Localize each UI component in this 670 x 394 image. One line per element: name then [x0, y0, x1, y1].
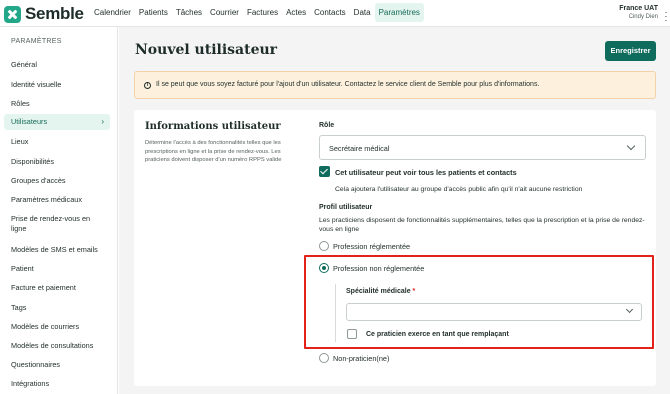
- role-label: Rôle: [319, 122, 335, 129]
- role-select[interactable]: Secrétaire médical: [319, 135, 646, 160]
- sidebar-item-modeles-sms[interactable]: Modèles de SMS et emails: [4, 245, 110, 255]
- profile-description: Les practiciens disposent de fonctionnal…: [319, 217, 645, 233]
- see-all-patients-label[interactable]: Cet utilisateur peut voir tous les patie…: [335, 168, 517, 177]
- main-content: Nouvel utilisateur Enregistrer i Il se p…: [119, 27, 670, 394]
- logo-text: Semble: [25, 4, 84, 23]
- required-marker: *: [412, 288, 416, 295]
- top-bar: Semble Calendrier Patients Tâches Courri…: [0, 0, 670, 27]
- replacement-checkbox[interactable]: [347, 329, 357, 339]
- main-nav: Calendrier Patients Tâches Courrier Fact…: [90, 3, 424, 22]
- sidebar-item-disponibilites[interactable]: Disponibilités: [4, 157, 110, 167]
- chevron-right-icon: ›: [101, 117, 104, 126]
- section-title: Informations utilisateur: [145, 121, 281, 132]
- chevron-down-icon: [625, 305, 634, 314]
- sidebar-heading: PARAMÈTRES: [11, 38, 62, 45]
- radio-label-non-praticien[interactable]: Non-praticien(ne): [333, 354, 389, 363]
- replacement-label[interactable]: Ce praticien exerce en tant que remplaça…: [366, 331, 509, 338]
- sub-section-divider: [335, 284, 336, 342]
- role-value: Secrétaire médical: [329, 144, 390, 153]
- radio-profession-non-reglementee[interactable]: [319, 263, 329, 273]
- user-name: Cindy Dien: [628, 14, 658, 20]
- nav-patients[interactable]: Patients: [135, 3, 172, 22]
- sidebar-item-rdv-en-ligne[interactable]: Prise de rendez-vous en ligne: [4, 214, 106, 234]
- sidebar-item-modeles-consultations[interactable]: Modèles de consultations: [4, 341, 110, 351]
- nav-parametres[interactable]: Paramètres: [374, 3, 424, 22]
- save-button[interactable]: Enregistrer: [605, 41, 656, 61]
- sidebar-item-label: Utilisateurs: [11, 117, 48, 126]
- sidebar-item-utilisateurs[interactable]: Utilisateurs ›: [4, 114, 110, 130]
- notice-text: Il se peut que vous soyez facturé pour l…: [156, 81, 540, 88]
- sidebar-item-questionnaires[interactable]: Questionnaires: [4, 360, 110, 370]
- org-name: France UAT: [619, 5, 658, 12]
- sidebar-item-roles[interactable]: Rôles: [4, 99, 110, 109]
- sidebar-item-identite-visuelle[interactable]: Identité visuelle: [4, 80, 110, 90]
- radio-label-profession-reglementee[interactable]: Profession réglementée: [333, 242, 410, 251]
- sidebar-item-general[interactable]: Général: [4, 60, 110, 70]
- nav-contacts[interactable]: Contacts: [310, 3, 350, 22]
- radio-profession-reglementee[interactable]: [319, 241, 329, 251]
- sidebar-item-facture-paiement[interactable]: Facture et paiement: [4, 283, 110, 293]
- see-all-patients-checkbox[interactable]: [319, 166, 330, 177]
- sidebar-item-integrations[interactable]: Intégrations: [4, 379, 110, 389]
- sidebar-item-modeles-courriers[interactable]: Modèles de courriers: [4, 322, 110, 332]
- semble-logo[interactable]: Semble: [4, 4, 84, 24]
- org-switcher[interactable]: France UAT Cindy Dien: [619, 5, 658, 20]
- nav-actes[interactable]: Actes: [282, 3, 310, 22]
- nav-calendrier[interactable]: Calendrier: [90, 3, 135, 22]
- nav-taches[interactable]: Tâches: [172, 3, 206, 22]
- radio-label-profession-non-reglementee[interactable]: Profession non réglementée: [333, 264, 424, 273]
- info-icon: i: [144, 82, 151, 89]
- sidebar-item-parametres-medicaux[interactable]: Paramètres médicaux: [4, 195, 110, 205]
- profile-label: Profil utilisateur: [319, 204, 373, 211]
- see-all-patients-description: Cela ajoutera l'utilisateur au groupe d'…: [335, 186, 583, 193]
- section-description: Détermine l'accès à des fonctionnalités …: [145, 140, 282, 163]
- radio-non-praticien[interactable]: [319, 353, 329, 363]
- nav-data[interactable]: Data: [350, 3, 375, 22]
- specialty-select[interactable]: [346, 303, 642, 321]
- more-menu-icon[interactable]: · · ·: [664, 8, 668, 25]
- sidebar-item-lieux[interactable]: Lieux: [4, 137, 110, 147]
- sidebar-item-groupes-acces[interactable]: Groupes d'accès: [4, 176, 110, 186]
- billing-notice: i Il se peut que vous soyez facturé pour…: [134, 71, 656, 99]
- logo-icon: [4, 5, 21, 23]
- sidebar-item-tags[interactable]: Tags: [4, 303, 110, 313]
- specialty-label: Spécialité médicale *: [346, 288, 415, 295]
- user-info-card: Informations utilisateur Détermine l'acc…: [134, 110, 656, 386]
- specialty-label-text: Spécialité médicale: [346, 288, 411, 295]
- nav-factures[interactable]: Factures: [243, 3, 282, 22]
- nav-courrier[interactable]: Courrier: [206, 3, 243, 22]
- settings-sidebar: PARAMÈTRES Général Identité visuelle Rôl…: [0, 27, 118, 394]
- sidebar-item-patient[interactable]: Patient: [4, 264, 110, 274]
- page-title: Nouvel utilisateur: [135, 42, 278, 58]
- chevron-down-icon: [626, 141, 636, 151]
